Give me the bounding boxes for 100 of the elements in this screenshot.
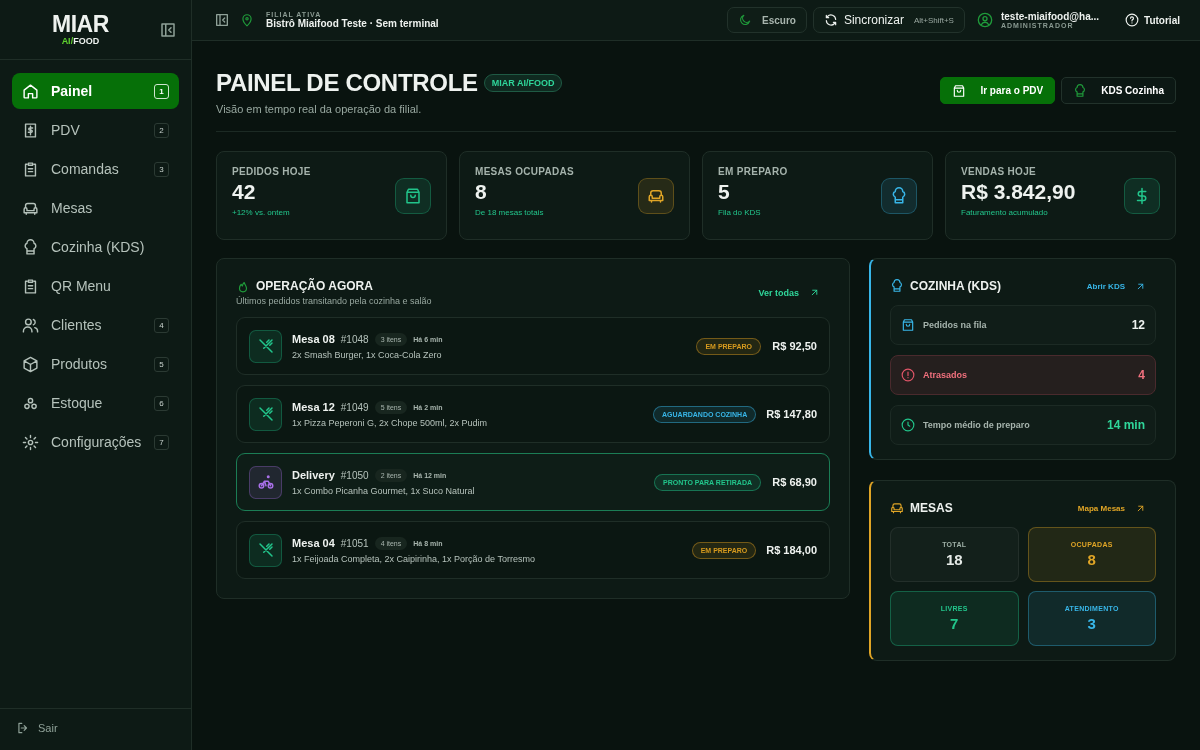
chef-hat-icon — [890, 279, 904, 293]
utensils-icon — [249, 397, 282, 431]
utensils-icon — [249, 533, 282, 567]
panel-title: OPERAÇÃO AGORA — [256, 279, 373, 293]
chef-hat-icon — [22, 238, 39, 256]
sidebar-item[interactable]: Cozinha (KDS) — [12, 229, 179, 265]
sidebar-collapse-icon[interactable] — [159, 20, 177, 39]
clipboard-icon — [22, 277, 39, 295]
table-map-link[interactable]: Mapa Mesas — [1077, 502, 1146, 514]
stat-value: R$ 3.842,90 — [961, 180, 1076, 204]
order-number: #1051 — [340, 537, 369, 549]
sidebar-item-label: Painel — [51, 83, 94, 99]
sidebar-item-label: QR Menu — [51, 278, 112, 294]
stat-note: Fila do KDS — [718, 208, 762, 217]
panel-subtitle: Últimos pedidos transitando pela cozinha e salão — [236, 296, 432, 306]
view-all-link[interactable]: Ver todas — [758, 287, 820, 298]
utensils-icon — [249, 329, 282, 363]
shortcut-badge: 7 — [154, 434, 169, 450]
order-title: Mesa 12 — [292, 401, 335, 413]
logo-title: MIAR — [52, 13, 109, 36]
shortcut-badge: 4 — [154, 317, 169, 333]
shortcut-badge: 5 — [154, 356, 169, 372]
box-icon — [22, 355, 39, 373]
user-email: teste-miaifood@ha... — [1000, 11, 1100, 22]
theme-button[interactable]: Escuro — [727, 7, 807, 33]
stat-value: 8 — [475, 180, 488, 204]
order-price: R$ 68,90 — [771, 476, 817, 488]
moon-icon — [738, 13, 752, 27]
clipboard-icon — [22, 160, 39, 178]
order-number: #1049 — [340, 401, 369, 413]
sync-icon — [823, 13, 838, 27]
sync-button[interactable]: Sincronizar Alt+Shift+S — [812, 7, 965, 33]
order-items: 1x Feijoada Completa, 2x Caipirinha, 1x Porção de Torresmo — [292, 553, 536, 564]
logo-accent: AI/ — [61, 36, 74, 46]
bag-icon — [901, 318, 915, 332]
page-title: PAINEL DE CONTROLE — [216, 69, 478, 97]
kitchen-label: Atrasados — [923, 370, 968, 380]
kitchen-value: 12 — [1131, 318, 1145, 332]
sidebar-item[interactable]: Configurações 7 — [12, 424, 179, 460]
sidebar-item[interactable]: Painel 1 — [12, 73, 179, 109]
user-icon — [976, 12, 993, 28]
kds-button[interactable]: KDS Cozinha — [1061, 77, 1176, 104]
order-title: Mesa 04 — [292, 537, 335, 549]
order-items: 1x Combo Picanha Gourmet, 1x Suco Natural — [292, 485, 476, 496]
tile-value: 8 — [1087, 551, 1096, 568]
location-pin-icon — [240, 13, 254, 27]
stat-label: VENDAS HOJE — [961, 166, 1037, 177]
order-title: Mesa 08 — [292, 333, 335, 345]
shortcut-badge: 1 — [154, 83, 169, 99]
shortcut-badge: 6 — [154, 395, 169, 411]
sidebar-item-label: Produtos — [51, 356, 109, 372]
tile-value: 18 — [945, 551, 963, 568]
logout-link[interactable]: Sair — [16, 721, 58, 735]
home-icon — [22, 82, 39, 100]
tile-value: 7 — [950, 615, 959, 632]
bag-icon — [952, 83, 967, 98]
stat-note: Faturamento acumulado — [961, 208, 1049, 217]
order-price: R$ 147,80 — [766, 408, 817, 420]
flame-icon — [236, 279, 250, 293]
sidebar-item-label: Configurações — [51, 434, 142, 450]
open-kds-link[interactable]: Abrir KDS — [1086, 280, 1146, 292]
help-icon — [1125, 13, 1140, 27]
logo-subtitle: FOOD — [73, 36, 100, 46]
kitchen-value: 14 min — [1107, 418, 1145, 432]
stat-value: 5 — [718, 180, 731, 204]
brand-badge: MIAR AI/FOOD — [483, 74, 563, 92]
sidebar-item-label: Mesas — [51, 200, 94, 216]
panel-toggle-icon[interactable] — [214, 12, 230, 28]
sidebar-item-label: Cozinha (KDS) — [51, 239, 146, 255]
sidebar-item[interactable]: Mesas — [12, 190, 179, 226]
sidebar-item[interactable]: Produtos 5 — [12, 346, 179, 382]
stat-value: 42 — [232, 180, 257, 204]
sidebar-item[interactable]: QR Menu — [12, 268, 179, 304]
sidebar-item[interactable]: Clientes 4 — [12, 307, 179, 343]
sidebar-item-label: PDV — [51, 122, 81, 138]
order-price: R$ 92,50 — [771, 340, 817, 352]
stat-note: De 18 mesas totais — [475, 208, 545, 217]
sidebar-item[interactable]: PDV 2 — [12, 112, 179, 148]
chef-hat-icon — [1073, 83, 1088, 98]
shortcut-badge: 3 — [154, 161, 169, 177]
stat-label: MESAS OCUPADAS — [475, 166, 575, 177]
order-number: #1048 — [340, 333, 369, 345]
sidebar-item-label: Estoque — [51, 395, 104, 411]
sidebar-item[interactable]: Comandas 3 — [12, 151, 179, 187]
page-subtitle: Visão em tempo real da operação da filial. — [216, 103, 423, 115]
sofa-icon — [890, 501, 904, 515]
pdv-button[interactable]: Ir para o PDV — [940, 77, 1056, 104]
branch-name: Bistrô Miaifood Teste · Sem terminal — [266, 18, 439, 29]
kitchen-label: Tempo médio de preparo — [923, 420, 1031, 430]
sidebar-item-label: Comandas — [51, 161, 120, 177]
order-price: R$ 184,00 — [766, 544, 817, 556]
shortcut-badge: 2 — [154, 122, 169, 138]
stat-label: EM PREPARO — [718, 166, 788, 177]
bicycle-icon — [249, 465, 282, 499]
tutorial-button[interactable]: Tutorial — [1119, 12, 1186, 28]
sidebar-item[interactable]: Estoque 6 — [12, 385, 179, 421]
logout-icon — [16, 721, 30, 735]
receipt-icon — [22, 121, 39, 139]
stat-label: PEDIDOS HOJE — [232, 166, 311, 177]
order-items: 1x Pizza Peperoni G, 2x Chope 500ml, 2x Pudim — [292, 417, 489, 428]
